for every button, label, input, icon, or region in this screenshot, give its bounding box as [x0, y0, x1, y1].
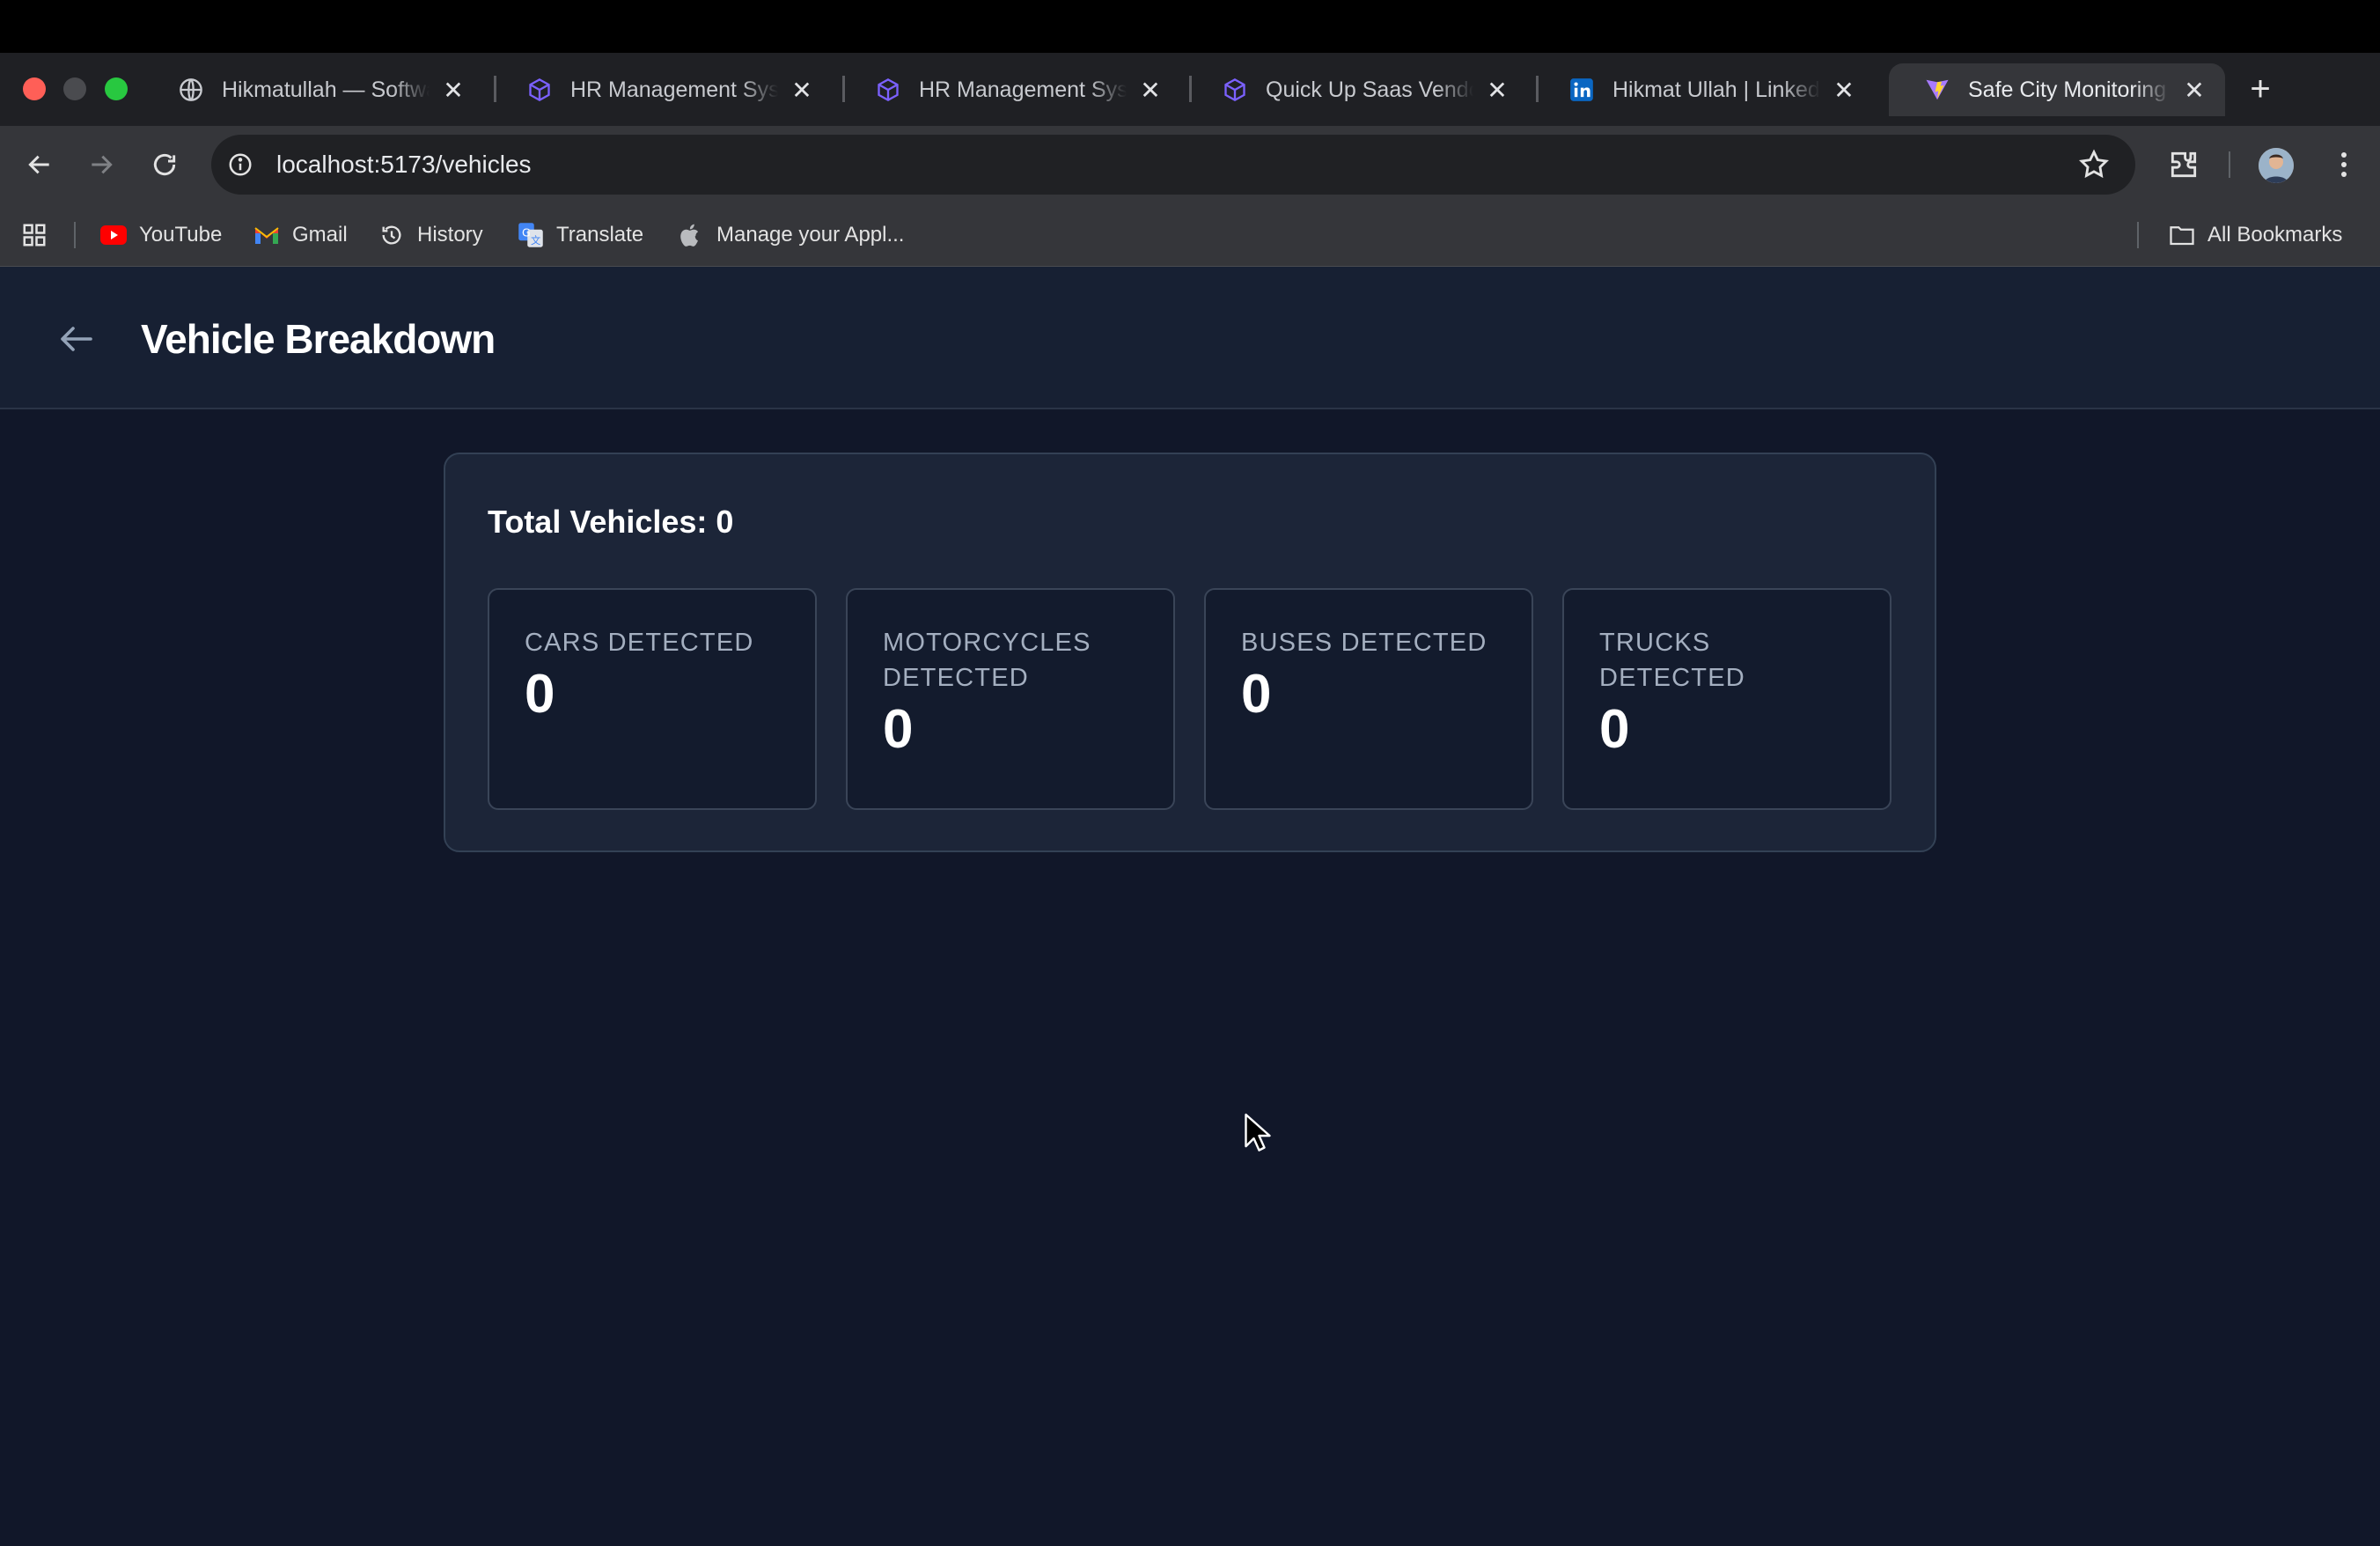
stat-card-motorcycles: MOTORCYCLES DETECTED 0 — [846, 588, 1175, 810]
bookmarks-bar — [0, 203, 2380, 267]
close-icon[interactable]: ✕ — [2181, 77, 2207, 104]
stat-card-buses: BUSES DETECTED 0 — [1204, 588, 1533, 810]
stat-card-value: 0 — [525, 664, 555, 725]
history-icon — [378, 222, 405, 248]
bookmarks-divider — [74, 222, 76, 248]
total-vehicles: Total Vehicles: 0 — [488, 504, 734, 540]
tab-title: Hikmat Ullah | LinkedIn — [1612, 77, 1820, 102]
site-info-icon[interactable] — [225, 150, 255, 180]
apple-icon — [678, 222, 704, 248]
bookmark-star-icon[interactable] — [2077, 148, 2111, 181]
close-icon[interactable]: ✕ — [1484, 77, 1510, 104]
svg-text:文: 文 — [531, 234, 540, 247]
close-icon[interactable]: ✕ — [1137, 77, 1164, 104]
linkedin-icon — [1568, 77, 1595, 103]
bookmark-translate[interactable]: G文 Translate — [518, 218, 643, 252]
bookmark-gmail[interactable]: Gmail — [253, 218, 348, 252]
close-window-button[interactable] — [23, 77, 46, 100]
stat-card-label: BUSES DETECTED — [1241, 629, 1488, 657]
profile-avatar[interactable] — [2259, 148, 2294, 183]
bookmark-youtube[interactable]: YouTube — [100, 218, 222, 252]
svg-text:G: G — [522, 225, 531, 239]
tab-title: Hikmatullah — Software Engineer — [222, 77, 430, 102]
stat-card-cars: CARS DETECTED 0 — [488, 588, 817, 810]
screen-top-bar — [0, 0, 2380, 53]
back-icon[interactable] — [19, 144, 60, 185]
back-arrow-icon[interactable] — [53, 315, 100, 363]
browser-menu-icon[interactable] — [2327, 148, 2361, 181]
all-bookmarks-button[interactable]: All Bookmarks — [2169, 218, 2342, 252]
stat-card-value: 0 — [1241, 664, 1272, 725]
stat-card-trucks: TRUCKS DETECTED 0 — [1562, 588, 1892, 810]
close-icon[interactable]: ✕ — [440, 77, 466, 104]
bookmark-label: Translate — [556, 223, 644, 247]
vite-icon — [1924, 77, 1950, 103]
tab-hr-management-1[interactable]: HR Management System ✕ — [491, 63, 833, 116]
tab-title: HR Management System — [919, 77, 1127, 102]
translate-icon: G文 — [518, 222, 544, 248]
stat-card-value: 0 — [883, 699, 914, 760]
apps-grid-icon[interactable] — [21, 218, 48, 252]
close-icon[interactable]: ✕ — [789, 77, 815, 104]
tab-hikmatullah-portfolio[interactable]: Hikmatullah — Software Engineer ✕ — [143, 63, 484, 116]
bookmark-history[interactable]: History — [378, 218, 483, 252]
mouse-cursor-icon — [1245, 1113, 1271, 1153]
bookmark-label: Manage your Appl... — [716, 223, 905, 247]
minimize-window-button[interactable] — [63, 77, 86, 100]
cube-icon — [1222, 77, 1248, 103]
maximize-window-button[interactable] — [105, 77, 128, 100]
all-bookmarks-label: All Bookmarks — [2207, 223, 2343, 247]
tab-quick-up-saas[interactable]: Quick Up Saas Vendor ✕ — [1186, 63, 1528, 116]
bookmark-label: YouTube — [139, 223, 223, 247]
url-text[interactable]: localhost:5173/vehicles — [276, 150, 532, 180]
tab-hr-management-2[interactable]: HR Management System ✕ — [840, 63, 1181, 116]
page-title: Vehicle Breakdown — [141, 316, 496, 362]
toolbar-divider — [2229, 151, 2230, 178]
stat-card-label: CARS DETECTED — [525, 629, 754, 657]
cube-icon — [526, 77, 553, 103]
extensions-icon[interactable] — [2167, 148, 2200, 181]
tab-safe-city-monitoring[interactable]: Safe City Monitoring Dashboard ✕ — [1889, 63, 2225, 116]
gmail-icon — [253, 222, 280, 248]
youtube-icon — [100, 222, 127, 248]
stat-card-label: TRUCKS DETECTED — [1599, 629, 1745, 692]
bookmark-label: Gmail — [292, 223, 348, 247]
globe-icon — [178, 77, 204, 103]
folder-icon — [2169, 222, 2195, 248]
tab-linkedin[interactable]: Hikmat Ullah | LinkedIn ✕ — [1533, 63, 1875, 116]
bookmark-apple[interactable]: Manage your Appl... — [678, 218, 904, 252]
forward-icon[interactable] — [81, 144, 121, 185]
cube-icon — [875, 77, 901, 103]
stat-card-label: MOTORCYCLES DETECTED — [883, 629, 1091, 692]
new-tab-button[interactable]: + — [2243, 69, 2278, 109]
tab-title: HR Management System — [570, 77, 778, 102]
bookmarks-divider — [2137, 222, 2139, 248]
stat-card-value: 0 — [1599, 699, 1630, 760]
tab-title: Quick Up Saas Vendor — [1266, 77, 1473, 102]
close-icon[interactable]: ✕ — [1831, 77, 1857, 104]
reload-icon[interactable] — [144, 144, 185, 185]
bookmark-label: History — [417, 223, 483, 247]
tab-title: Safe City Monitoring Dashboard — [1968, 77, 2171, 102]
